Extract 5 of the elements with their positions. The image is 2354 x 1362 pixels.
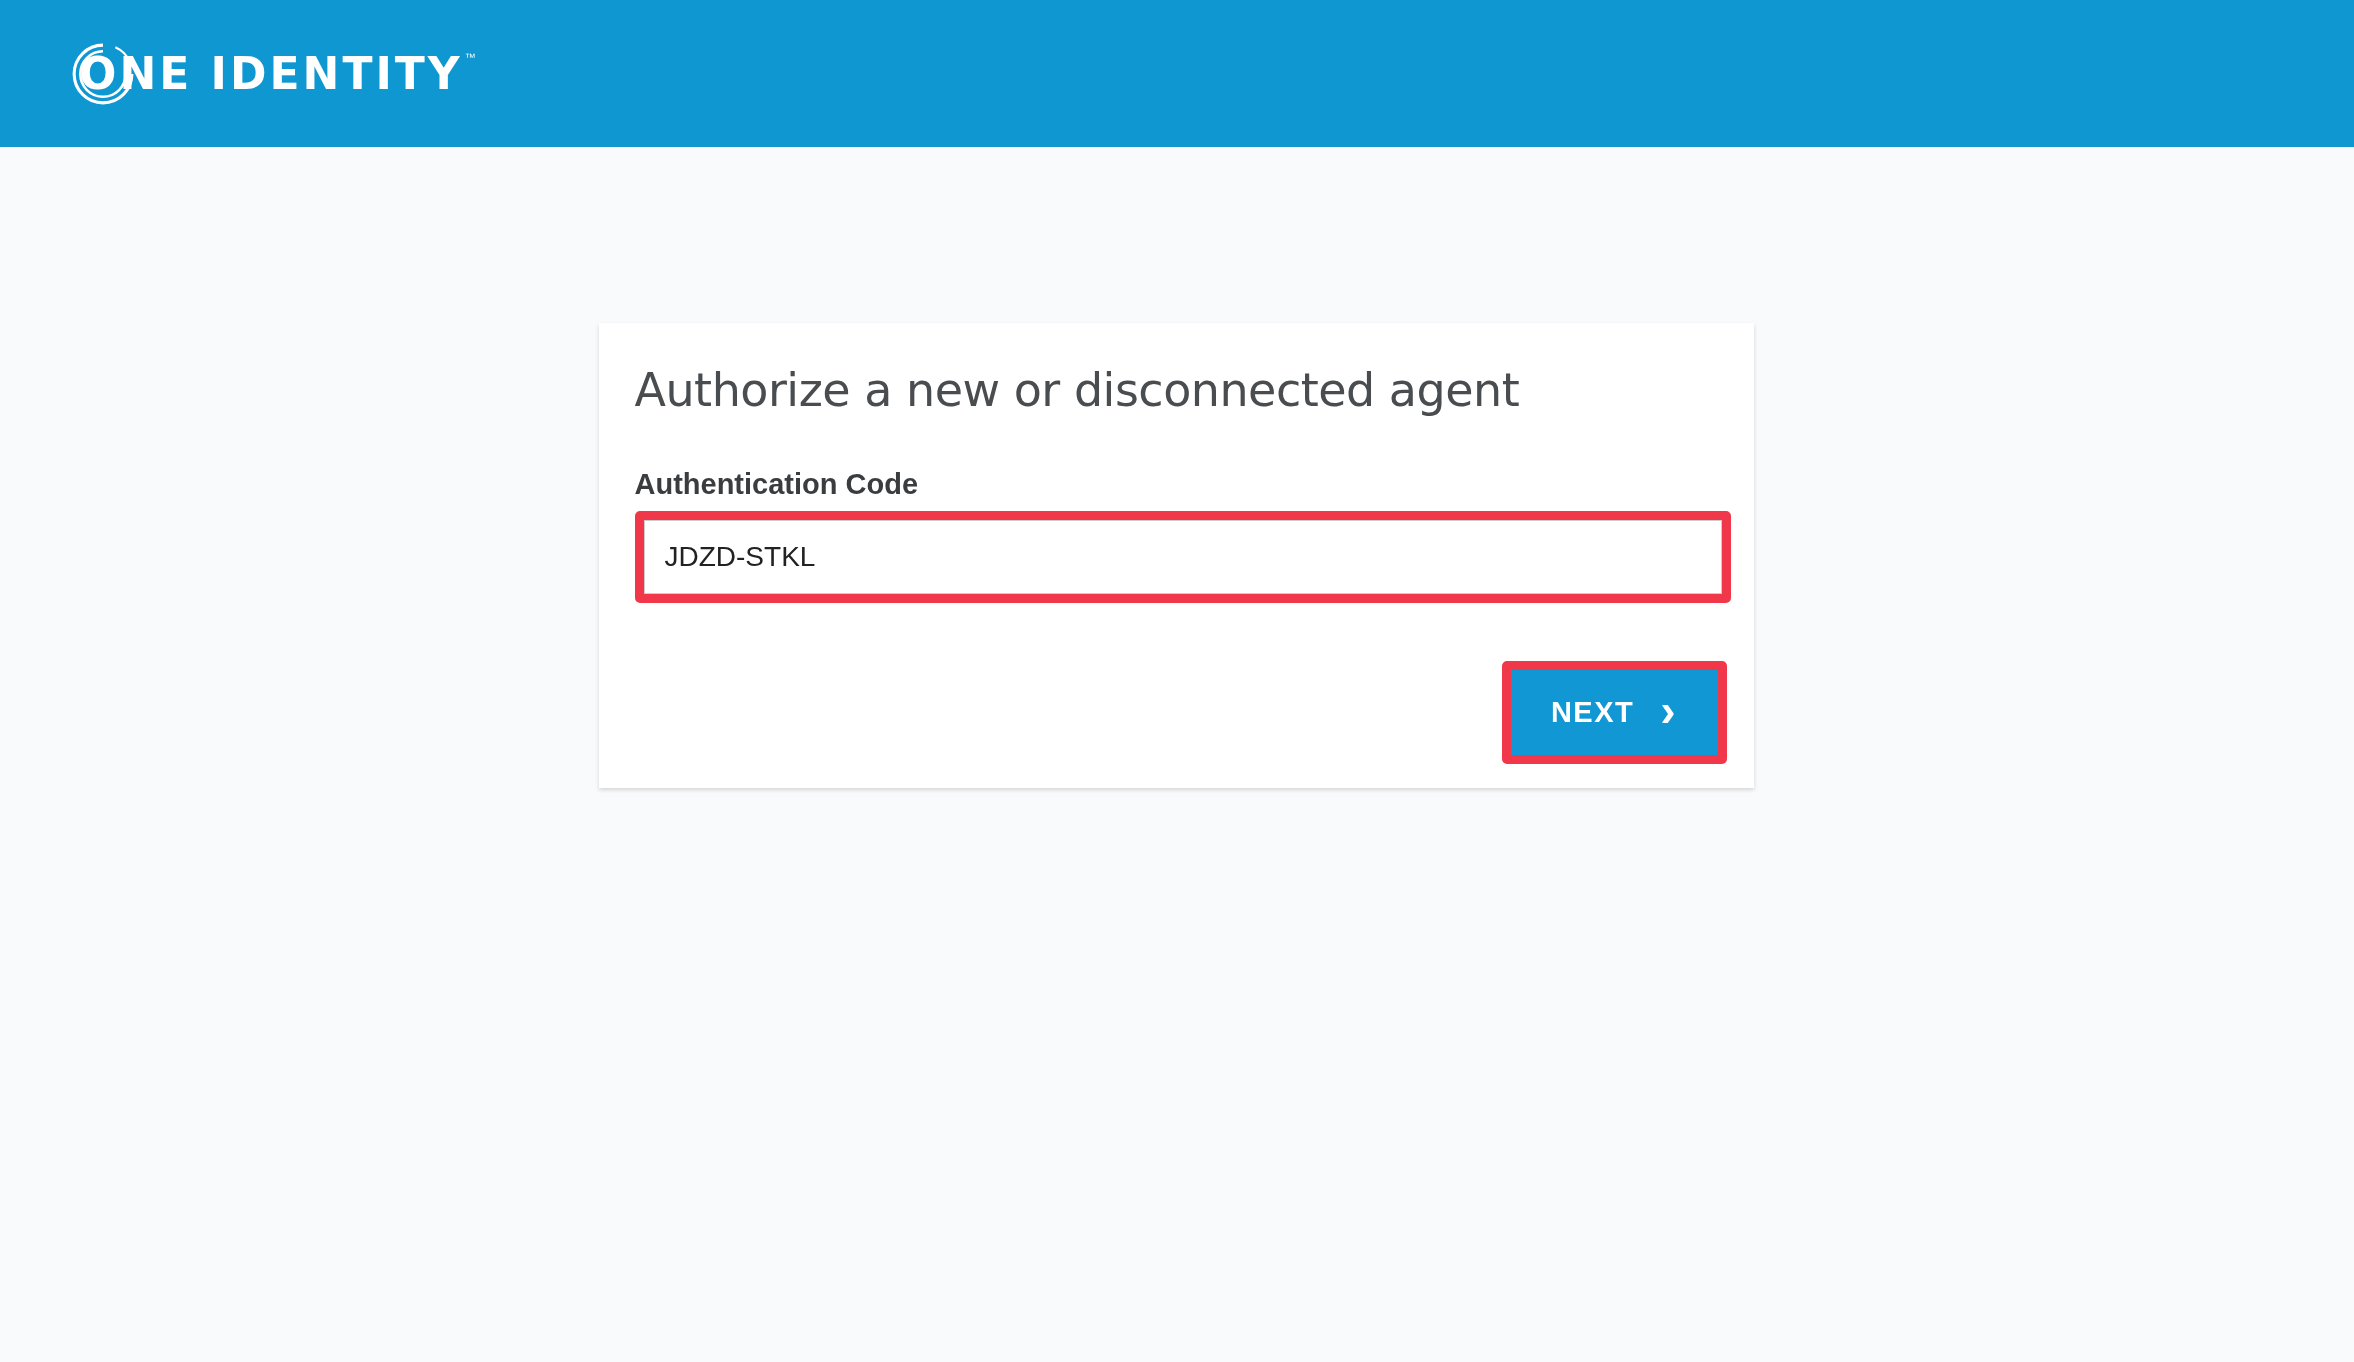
field-label: Authentication Code [634, 468, 920, 502]
chevron-icon: › [1660, 686, 1678, 733]
trademark-mark: ™ [464, 50, 476, 63]
input-field[interactable]: JDZD-STKL [643, 520, 1722, 595]
card-title: Authorize a new or disconnected agent [634, 363, 1521, 419]
